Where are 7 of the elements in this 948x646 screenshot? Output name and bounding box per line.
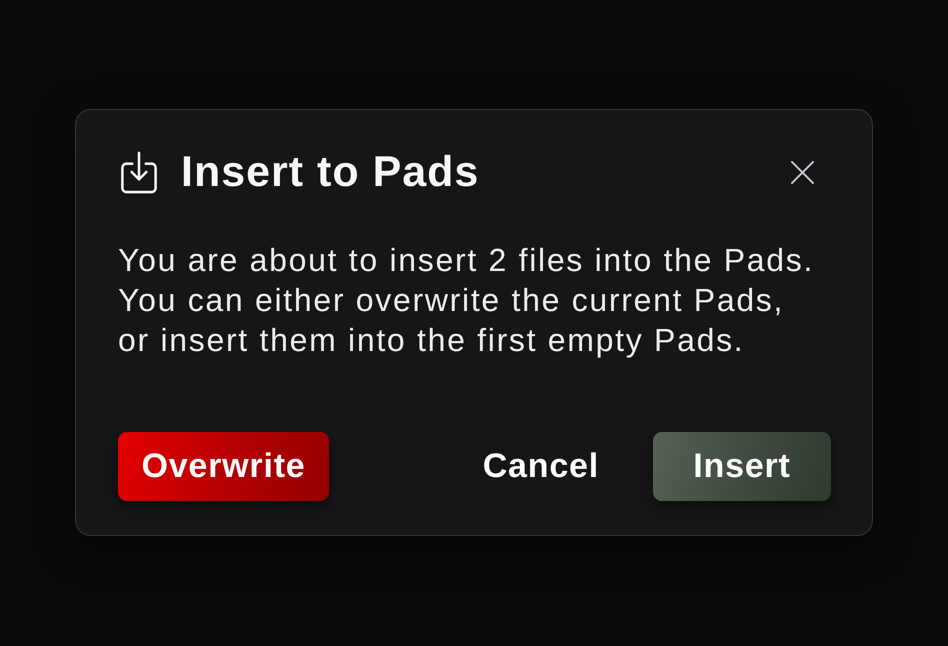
cancel-button[interactable]: Cancel — [460, 432, 621, 500]
download-tray-icon — [120, 151, 158, 194]
dialog-message: You are about to insert 2 files into the Pads. You can either overwrite the current Pads, or insert them into the first empty Pads. — [118, 240, 816, 360]
close-icon[interactable] — [791, 161, 814, 184]
insert-button[interactable]: Insert — [653, 432, 831, 500]
overwrite-button[interactable]: Overwrite — [118, 432, 329, 500]
dialog-title: Insert to Pads — [181, 148, 480, 197]
